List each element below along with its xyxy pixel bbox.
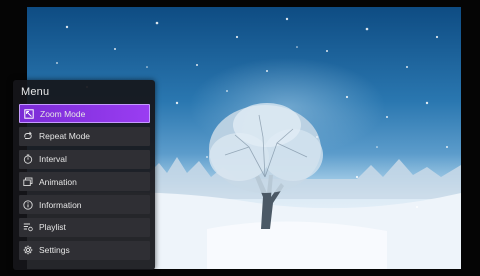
- menu-item-label: Interval: [39, 154, 67, 165]
- menu-item-label: Zoom Mode: [40, 108, 86, 119]
- menu-item-label: Settings: [39, 245, 70, 256]
- menu-item-label: Animation: [39, 176, 77, 187]
- menu-item-interval[interactable]: Interval: [19, 149, 150, 169]
- menu-item-settings[interactable]: Settings: [19, 240, 150, 260]
- animation-icon: [23, 177, 33, 187]
- menu-item-animation[interactable]: Animation: [19, 172, 150, 192]
- menu-item-information[interactable]: Information: [19, 195, 150, 215]
- menu-item-playlist[interactable]: Playlist: [19, 217, 150, 237]
- timer-icon: [23, 154, 33, 164]
- menu-title: Menu: [21, 86, 50, 98]
- menu-item-label: Information: [39, 199, 82, 210]
- menu-item-label: Playlist: [39, 222, 66, 233]
- menu-item-repeat-mode[interactable]: Repeat Mode: [19, 126, 150, 146]
- menu-item-label: Repeat Mode: [39, 131, 91, 142]
- tv-screen: Menu Zoom Mode Repeat Mode Interval Anim…: [0, 0, 480, 276]
- menu-list: Zoom Mode Repeat Mode Interval Animation: [19, 104, 150, 264]
- info-icon: [23, 200, 33, 210]
- repeat-icon: [23, 131, 33, 141]
- gear-icon: [23, 245, 33, 255]
- playlist-icon: [23, 222, 33, 232]
- menu-item-zoom-mode[interactable]: Zoom Mode: [19, 104, 150, 123]
- side-menu: Menu Zoom Mode Repeat Mode Interval Anim…: [13, 80, 155, 270]
- zoom-mode-icon: [24, 108, 34, 119]
